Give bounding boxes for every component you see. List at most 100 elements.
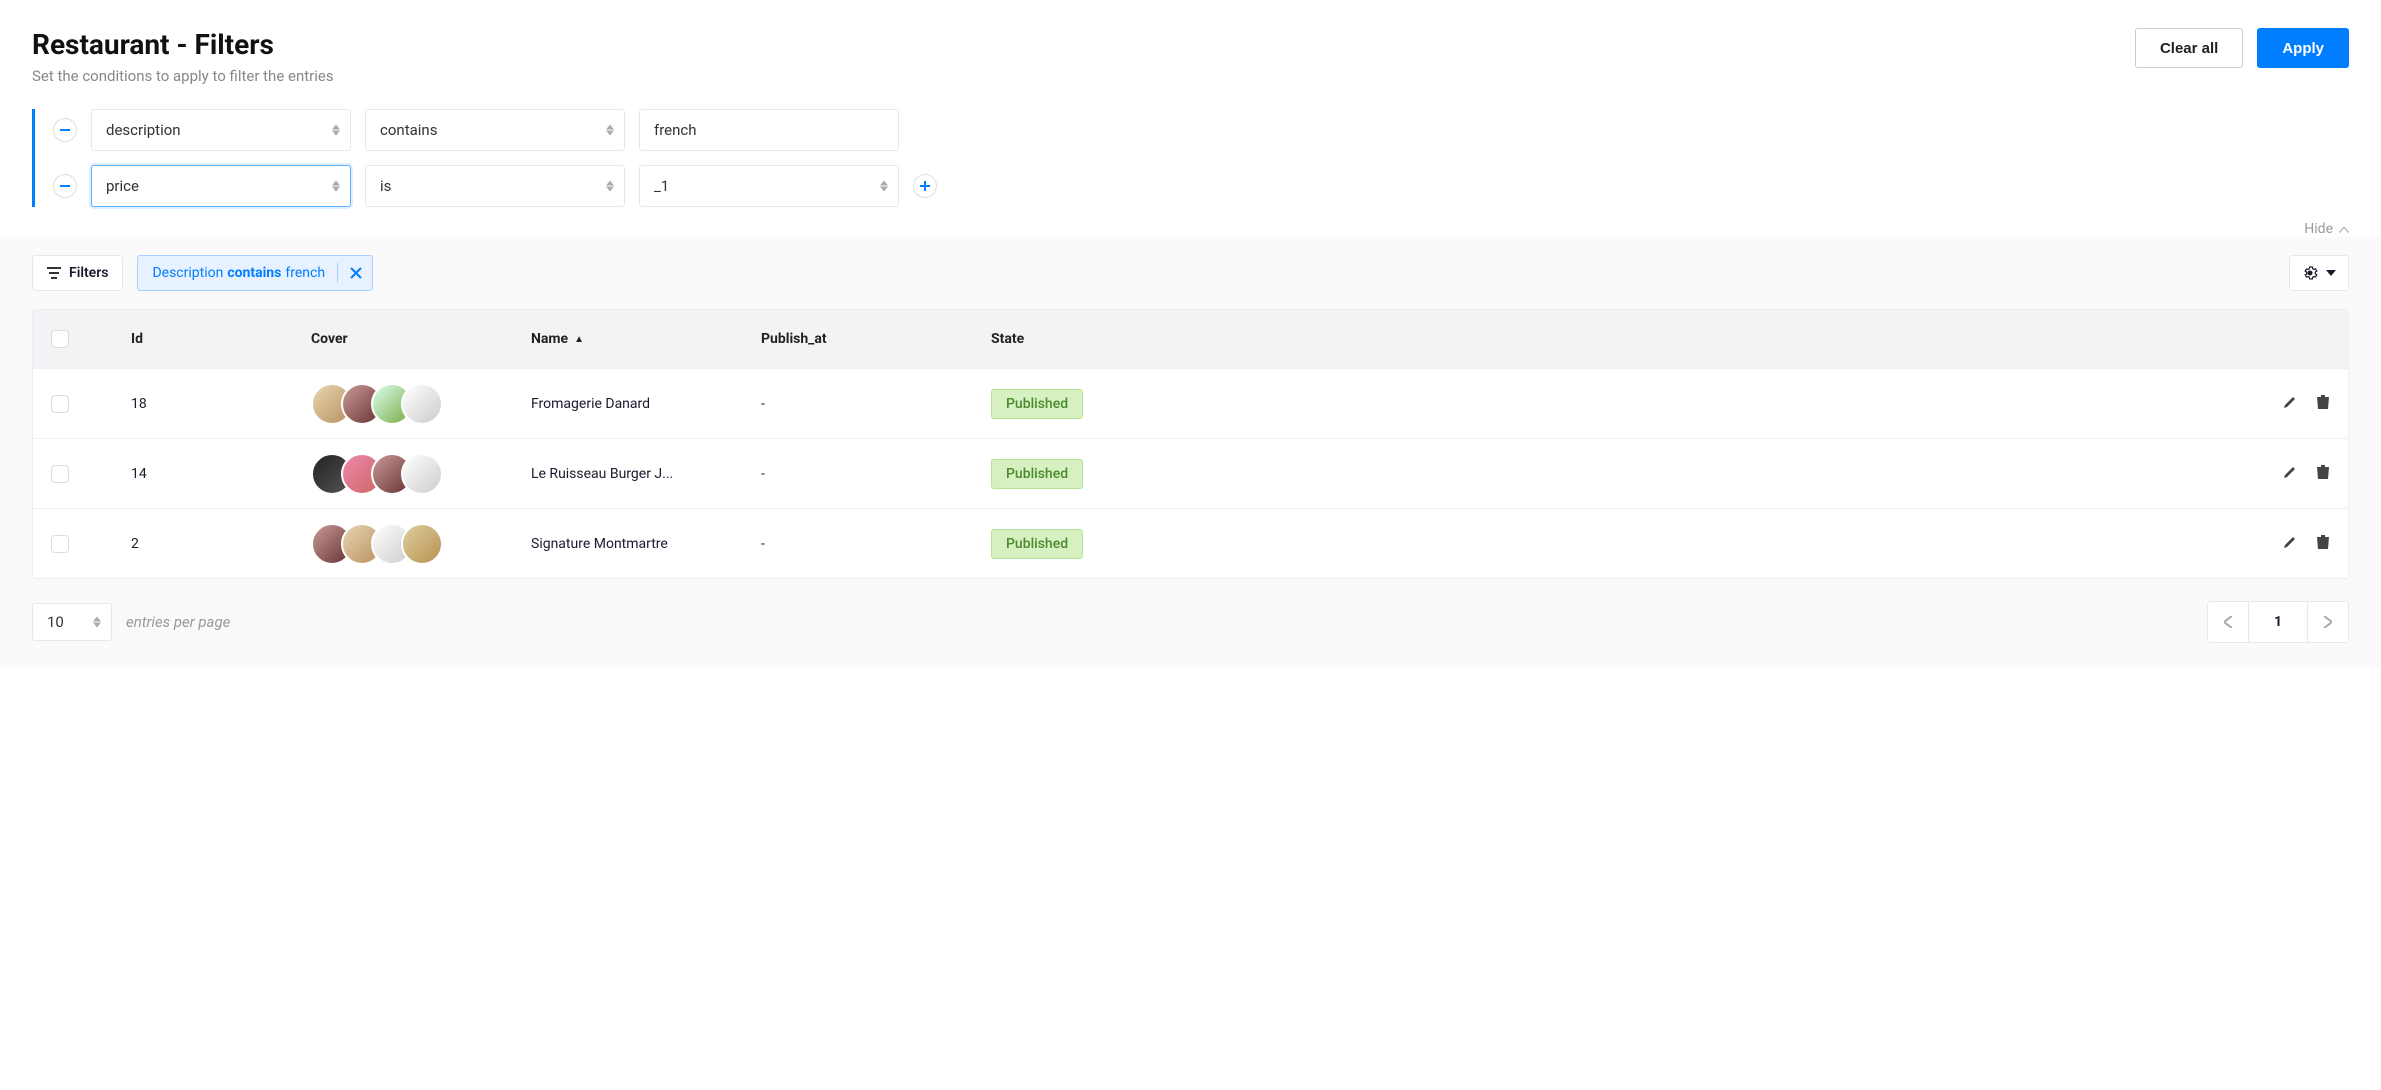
edit-row-button[interactable] — [2282, 464, 2298, 484]
select-caret-icon — [606, 181, 614, 192]
apply-button[interactable]: Apply — [2257, 28, 2349, 68]
cell-cover — [311, 453, 531, 495]
pagination: 1 — [2207, 601, 2349, 643]
state-badge: Published — [991, 459, 1083, 489]
select-caret-icon — [332, 181, 340, 192]
chip-separator — [337, 263, 338, 283]
results-table: Id Cover Name ▲ Publish_at State 18 — [32, 309, 2349, 579]
filters-button-label: Filters — [69, 265, 108, 281]
column-cover[interactable]: Cover — [311, 331, 531, 347]
table-header: Id Cover Name ▲ Publish_at State — [33, 310, 2348, 368]
prev-page-button[interactable] — [2207, 601, 2249, 643]
filter-operator-select[interactable]: is — [365, 165, 625, 207]
table-row[interactable]: 18 Fromagerie Danard - Published — [33, 368, 2348, 438]
filter-value-text: _1 — [654, 177, 669, 195]
state-badge: Published — [991, 529, 1083, 559]
cell-id: 2 — [131, 536, 311, 552]
remove-filter-button[interactable] — [53, 174, 77, 198]
filter-field-select[interactable]: price — [91, 165, 351, 207]
page-title: Restaurant - Filters — [32, 28, 334, 61]
page-number[interactable]: 1 — [2249, 601, 2307, 643]
pencil-icon — [2282, 464, 2298, 480]
next-page-button[interactable] — [2307, 601, 2349, 643]
chip-remove-button[interactable] — [350, 267, 362, 279]
chip-field: Description — [152, 265, 223, 281]
column-publish-at[interactable]: Publish_at — [761, 331, 991, 347]
edit-row-button[interactable] — [2282, 534, 2298, 554]
select-caret-icon — [880, 181, 888, 192]
cover-thumbnail — [401, 453, 443, 495]
chip-value: french — [285, 265, 325, 281]
cell-cover — [311, 523, 531, 565]
table-row[interactable]: 14 Le Ruisseau Burger J... - Published — [33, 438, 2348, 508]
cell-id: 18 — [131, 396, 311, 412]
filter-operator-value: is — [380, 177, 391, 195]
hide-label: Hide — [2304, 221, 2333, 237]
column-name[interactable]: Name ▲ — [531, 331, 761, 347]
close-icon — [350, 267, 362, 279]
minus-icon — [60, 129, 70, 131]
cover-thumbnail — [401, 523, 443, 565]
results-toolbar: Filters Description contains french — [32, 255, 2349, 291]
table-footer: 10 entries per page 1 — [32, 601, 2349, 643]
select-caret-icon — [93, 617, 101, 628]
filter-operator-select[interactable]: contains — [365, 109, 625, 151]
cell-publish-at: - — [761, 396, 991, 412]
chevron-right-icon — [2324, 616, 2332, 628]
remove-filter-button[interactable] — [53, 118, 77, 142]
row-checkbox[interactable] — [51, 395, 69, 413]
per-page-select[interactable]: 10 — [32, 603, 112, 641]
chevron-left-icon — [2224, 616, 2232, 628]
cover-thumbnail — [401, 383, 443, 425]
pencil-icon — [2282, 394, 2298, 410]
sort-asc-icon: ▲ — [574, 334, 584, 345]
row-checkbox[interactable] — [51, 465, 69, 483]
delete-row-button[interactable] — [2316, 534, 2330, 554]
filter-row: description contains french — [53, 109, 2349, 151]
filter-value-select[interactable]: _1 — [639, 165, 899, 207]
column-name-label: Name — [531, 331, 568, 347]
filter-builder: description contains french — [32, 109, 2349, 207]
select-caret-icon — [606, 125, 614, 136]
chevron-up-icon — [2339, 221, 2349, 237]
per-page-label: entries per page — [126, 613, 230, 631]
cell-cover — [311, 383, 531, 425]
trash-icon — [2316, 394, 2330, 410]
chevron-down-icon — [2326, 270, 2336, 276]
row-checkbox[interactable] — [51, 535, 69, 553]
trash-icon — [2316, 464, 2330, 480]
trash-icon — [2316, 534, 2330, 550]
per-page-value: 10 — [47, 613, 64, 631]
table-settings-button[interactable] — [2289, 255, 2349, 291]
filter-icon — [47, 267, 61, 279]
plus-icon — [920, 181, 930, 191]
clear-all-button[interactable]: Clear all — [2135, 28, 2243, 68]
add-filter-button[interactable] — [913, 174, 937, 198]
hide-filters-toggle[interactable]: Hide — [32, 221, 2349, 237]
cell-id: 14 — [131, 466, 311, 482]
cell-name: Le Ruisseau Burger J... — [531, 466, 761, 482]
table-row[interactable]: 2 Signature Montmartre - Published — [33, 508, 2348, 578]
filter-field-select[interactable]: description — [91, 109, 351, 151]
filter-operator-value: contains — [380, 121, 437, 139]
pencil-icon — [2282, 534, 2298, 550]
filter-field-value: description — [106, 121, 181, 139]
delete-row-button[interactable] — [2316, 394, 2330, 414]
filter-row: price is _1 — [53, 165, 2349, 207]
active-filter-chip: Description contains french — [137, 255, 373, 291]
filter-value-text: french — [654, 121, 697, 139]
delete-row-button[interactable] — [2316, 464, 2330, 484]
cell-publish-at: - — [761, 536, 991, 552]
column-id[interactable]: Id — [131, 331, 311, 347]
chip-operator: contains — [227, 265, 281, 281]
cell-publish-at: - — [761, 466, 991, 482]
edit-row-button[interactable] — [2282, 394, 2298, 414]
cell-name: Signature Montmartre — [531, 536, 761, 552]
filter-field-value: price — [106, 177, 139, 195]
cell-name: Fromagerie Danard — [531, 396, 761, 412]
select-all-checkbox[interactable] — [51, 330, 69, 348]
state-badge: Published — [991, 389, 1083, 419]
column-state[interactable]: State — [991, 331, 2210, 347]
filters-button[interactable]: Filters — [32, 255, 123, 291]
filter-value-input[interactable]: french — [639, 109, 899, 151]
